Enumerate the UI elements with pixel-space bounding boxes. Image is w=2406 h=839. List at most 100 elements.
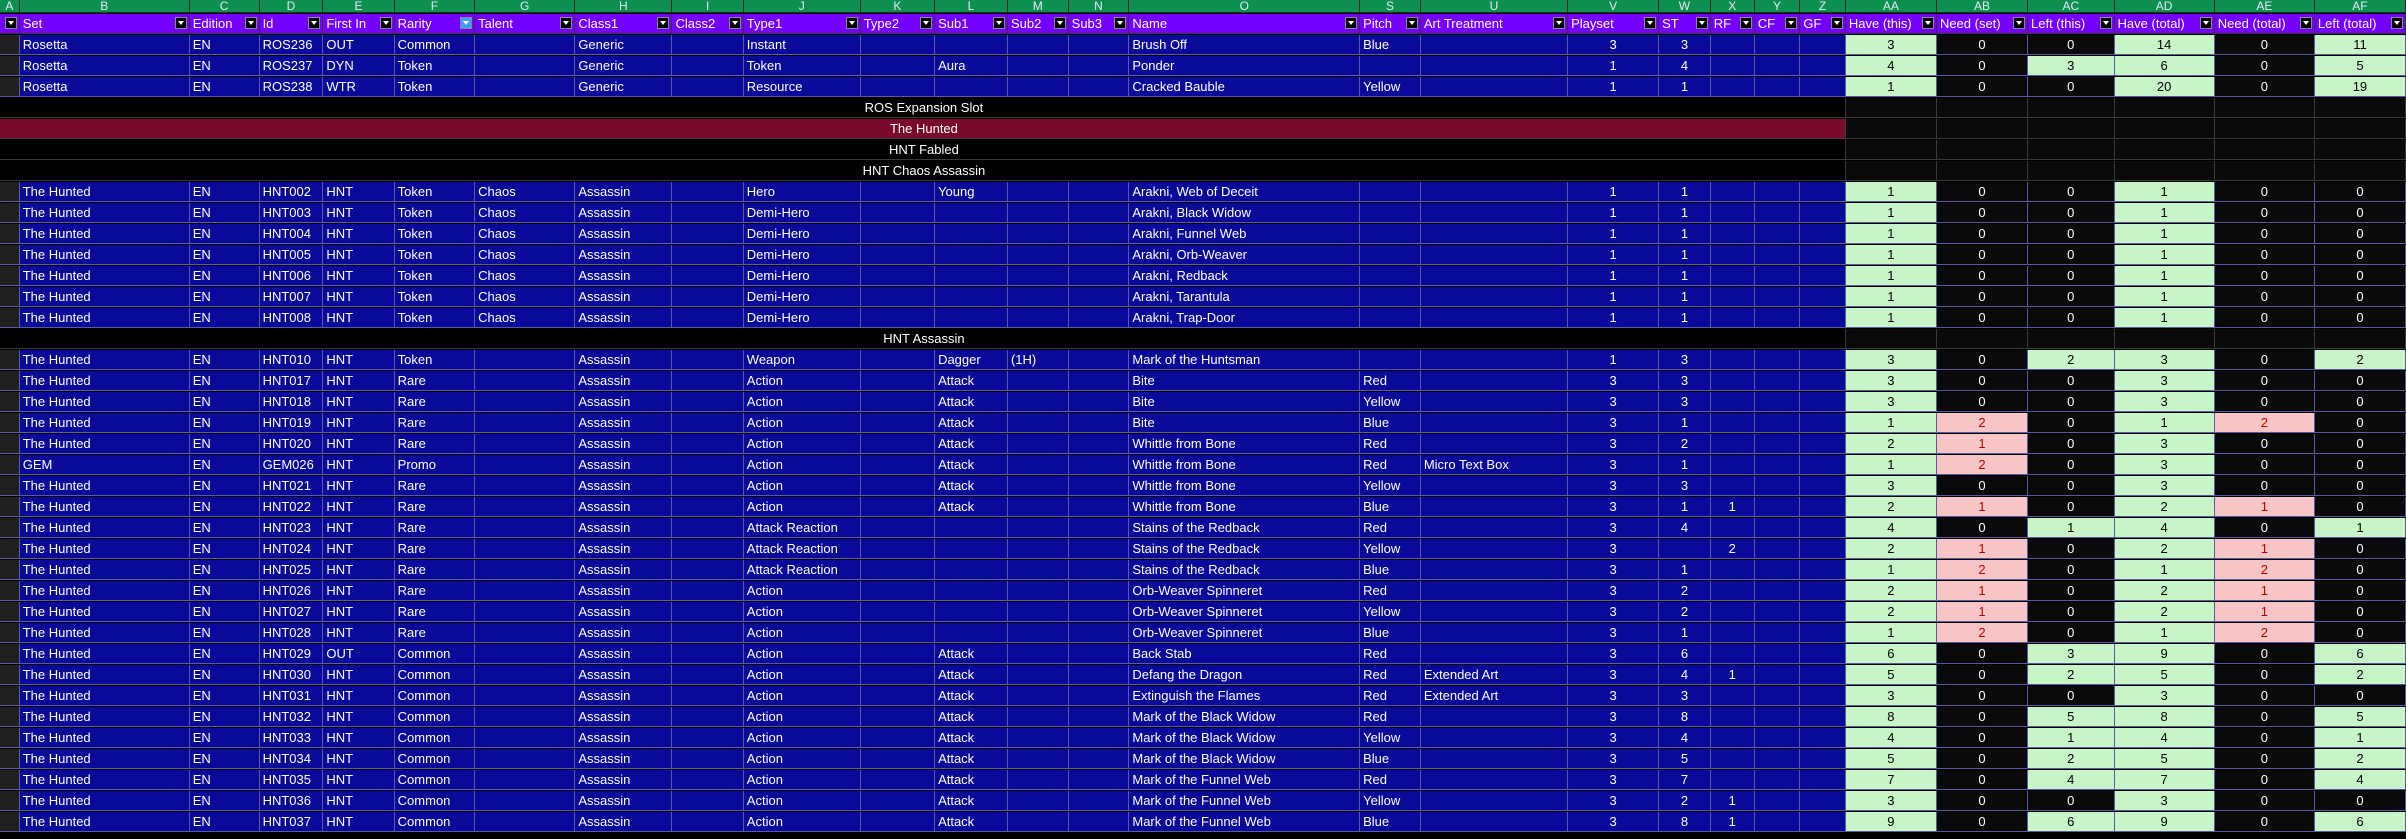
- table-cell[interactable]: [672, 497, 744, 517]
- table-cell[interactable]: HNT: [323, 791, 395, 811]
- table-cell[interactable]: Chaos: [475, 308, 576, 328]
- table-cell[interactable]: (1H): [1007, 350, 1069, 370]
- stat-cell[interactable]: 3: [2114, 392, 2215, 412]
- stat-cell[interactable]: 0: [1936, 350, 2029, 370]
- table-cell[interactable]: Defang the Dragon: [1129, 665, 1361, 685]
- stat-cell[interactable]: 0: [1936, 707, 2029, 727]
- stat-cell[interactable]: 7: [2114, 770, 2215, 790]
- column-letter[interactable]: L: [935, 0, 1008, 13]
- column-letter[interactable]: M: [1007, 0, 1069, 13]
- table-cell[interactable]: [1800, 77, 1846, 97]
- table-cell[interactable]: [860, 35, 936, 55]
- table-cell[interactable]: HNT027: [259, 602, 324, 622]
- table-cell[interactable]: Arakni, Orb-Weaver: [1129, 245, 1361, 265]
- stat-cell[interactable]: 0: [2314, 539, 2406, 559]
- table-cell[interactable]: Yellow: [1360, 539, 1421, 559]
- table-cell[interactable]: Generic: [575, 35, 673, 55]
- stat-cell[interactable]: 2: [2028, 749, 2115, 769]
- stat-cell[interactable]: 2: [1845, 602, 1937, 622]
- table-cell[interactable]: [860, 707, 936, 727]
- table-cell[interactable]: EN: [189, 434, 260, 454]
- table-cell[interactable]: [1754, 728, 1801, 748]
- table-cell[interactable]: [0, 56, 20, 76]
- table-cell[interactable]: [860, 728, 936, 748]
- table-cell[interactable]: Back Stab: [1129, 644, 1361, 664]
- table-cell[interactable]: 3: [1568, 707, 1660, 727]
- table-cell[interactable]: Assassin: [575, 791, 673, 811]
- stat-cell[interactable]: 3: [2114, 434, 2215, 454]
- table-cell[interactable]: [0, 308, 20, 328]
- table-cell[interactable]: Cracked Bauble: [1129, 77, 1361, 97]
- table-cell[interactable]: [1800, 749, 1846, 769]
- table-cell[interactable]: WTR: [323, 77, 395, 97]
- stat-cell[interactable]: 0: [2028, 371, 2115, 391]
- table-cell[interactable]: Demi-Hero: [743, 245, 861, 265]
- stat-cell[interactable]: 14: [2114, 35, 2215, 55]
- table-cell[interactable]: [0, 539, 20, 559]
- table-cell[interactable]: 3: [1659, 350, 1711, 370]
- stat-cell[interactable]: 1: [1845, 224, 1937, 244]
- table-cell[interactable]: [1007, 749, 1069, 769]
- stat-cell[interactable]: 0: [1936, 308, 2029, 328]
- column-letter[interactable]: U: [1420, 0, 1569, 13]
- table-cell[interactable]: Rare: [394, 623, 476, 643]
- stat-cell[interactable]: 0: [2314, 581, 2406, 601]
- table-cell[interactable]: 2: [1659, 434, 1711, 454]
- column-letter[interactable]: H: [575, 0, 673, 13]
- table-cell[interactable]: Attack: [935, 728, 1008, 748]
- table-cell[interactable]: [935, 35, 1008, 55]
- column-letter[interactable]: E: [323, 0, 395, 13]
- table-cell[interactable]: HNT: [323, 770, 395, 790]
- stat-cell[interactable]: 6: [1845, 644, 1937, 664]
- table-cell[interactable]: [1800, 560, 1846, 580]
- table-cell[interactable]: HNT: [323, 749, 395, 769]
- stat-cell[interactable]: 0: [2314, 371, 2406, 391]
- column-letter[interactable]: V: [1568, 0, 1660, 13]
- table-cell[interactable]: [1710, 560, 1755, 580]
- chevron-down-icon[interactable]: [379, 17, 392, 29]
- table-cell[interactable]: 3: [1659, 35, 1711, 55]
- stat-cell[interactable]: 0: [2214, 812, 2315, 832]
- stat-cell[interactable]: 0: [2028, 203, 2115, 223]
- table-cell[interactable]: HNT: [323, 245, 395, 265]
- table-cell[interactable]: HNT006: [259, 266, 324, 286]
- table-cell[interactable]: The Hunted: [19, 581, 190, 601]
- table-cell[interactable]: [1800, 791, 1846, 811]
- stat-cell[interactable]: 3: [1845, 476, 1937, 496]
- table-cell[interactable]: 1: [1659, 413, 1711, 433]
- table-cell[interactable]: [1800, 56, 1846, 76]
- table-cell[interactable]: Attack: [935, 707, 1008, 727]
- table-cell[interactable]: EN: [189, 287, 260, 307]
- column-letter[interactable]: AE: [2214, 0, 2315, 13]
- stat-cell[interactable]: 0: [1936, 287, 2029, 307]
- table-cell[interactable]: HNT019: [259, 413, 324, 433]
- table-cell[interactable]: Rare: [394, 518, 476, 538]
- table-cell[interactable]: HNT026: [259, 581, 324, 601]
- table-cell[interactable]: The Hunted: [19, 434, 190, 454]
- table-cell[interactable]: [1068, 644, 1130, 664]
- table-cell[interactable]: [1007, 434, 1069, 454]
- table-cell[interactable]: [1800, 203, 1846, 223]
- table-cell[interactable]: HNT036: [259, 791, 324, 811]
- table-cell[interactable]: [1710, 581, 1755, 601]
- table-cell[interactable]: 2: [1659, 581, 1711, 601]
- table-cell[interactable]: ROS237: [259, 56, 324, 76]
- table-cell[interactable]: [1754, 497, 1801, 517]
- table-cell[interactable]: Assassin: [575, 770, 673, 790]
- stat-cell[interactable]: 0: [2028, 560, 2115, 580]
- column-letter[interactable]: C: [189, 0, 260, 13]
- table-cell[interactable]: [1007, 728, 1069, 748]
- table-cell[interactable]: 3: [1568, 770, 1660, 790]
- table-cell[interactable]: Weapon: [743, 350, 861, 370]
- stat-cell[interactable]: 0: [1936, 644, 2029, 664]
- table-cell[interactable]: [1754, 224, 1801, 244]
- table-cell[interactable]: [1360, 350, 1421, 370]
- table-cell[interactable]: [0, 518, 20, 538]
- stat-cell[interactable]: 2: [2114, 539, 2215, 559]
- stat-cell[interactable]: 0: [2028, 476, 2115, 496]
- table-cell[interactable]: Action: [743, 812, 861, 832]
- table-cell[interactable]: Common: [394, 791, 476, 811]
- table-cell[interactable]: 1: [1710, 665, 1755, 685]
- table-cell[interactable]: [1068, 392, 1130, 412]
- table-cell[interactable]: HNT004: [259, 224, 324, 244]
